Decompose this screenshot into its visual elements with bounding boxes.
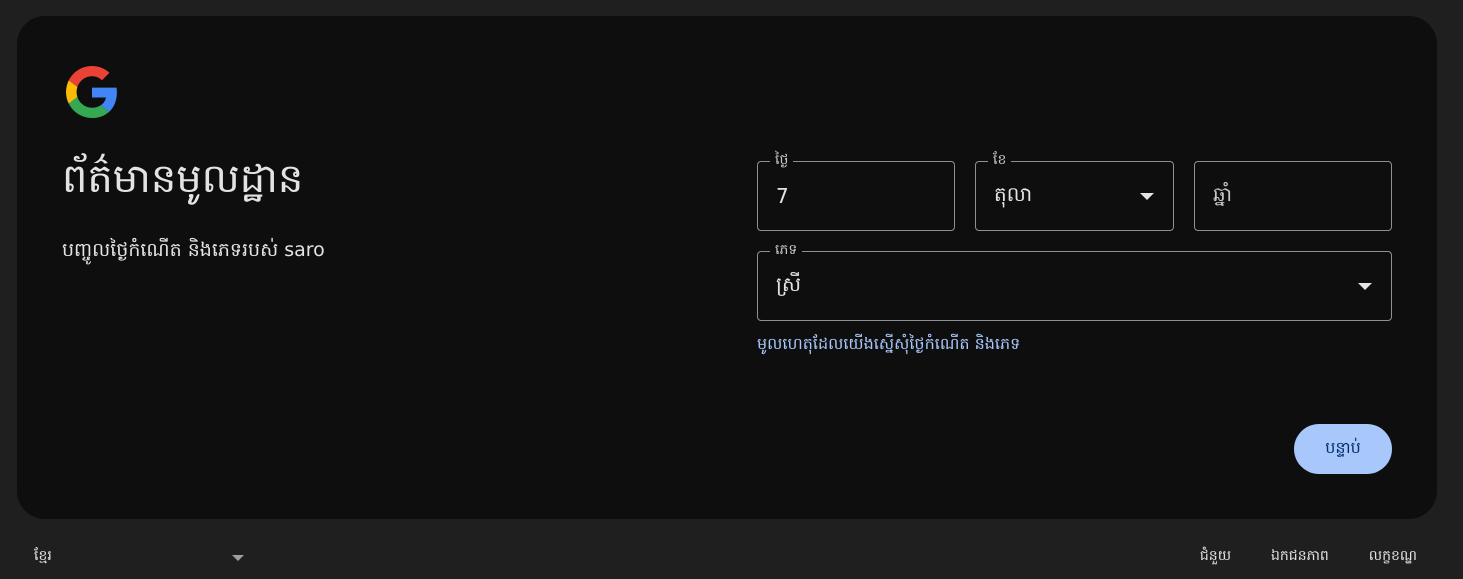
language-selector[interactable]: ខ្មែរ: [34, 546, 246, 570]
signup-card: ព័ត៌មានមូលដ្ឋាន បញ្ចូលថ្ងៃកំណើត និងភេទរប…: [17, 16, 1437, 519]
year-input[interactable]: ឆ្នាំ: [1194, 161, 1392, 231]
month-value: តុលា: [994, 182, 1033, 206]
footer-help-link[interactable]: ជំនួយ: [1200, 546, 1231, 567]
day-value: 7: [776, 184, 789, 208]
day-input[interactable]: ថ្ងៃ 7: [757, 150, 955, 231]
year-placeholder: ឆ្នាំ: [1213, 182, 1233, 206]
month-select[interactable]: ខែ តុលា: [975, 150, 1174, 231]
footer-links: ជំនួយ ឯកជនភាព លក្ខខណ្ឌ: [1200, 546, 1417, 567]
chevron-down-icon: [1358, 283, 1372, 290]
chevron-down-icon: [1140, 193, 1154, 200]
gender-value: ស្រី: [776, 272, 801, 296]
page-subtitle: បញ្ចូលថ្ងៃកំណើត និងភេទរបស់ saro: [62, 239, 325, 261]
chevron-down-icon: [232, 555, 244, 561]
gender-select[interactable]: ភេទ ស្រី: [757, 240, 1392, 321]
next-button[interactable]: បន្ទាប់: [1294, 424, 1392, 474]
footer-terms-link[interactable]: លក្ខខណ្ឌ: [1369, 546, 1417, 567]
page-title: ព័ត៌មានមូលដ្ឋាន: [62, 156, 304, 202]
why-birthday-gender-link[interactable]: មូលហេតុដែលយើងស្នើសុំថ្ងៃកំណើត និងភេទ: [757, 332, 1020, 356]
footer-privacy-link[interactable]: ឯកជនភាព: [1271, 546, 1329, 567]
google-logo-icon: [66, 66, 117, 118]
language-label: ខ្មែរ: [34, 548, 52, 564]
